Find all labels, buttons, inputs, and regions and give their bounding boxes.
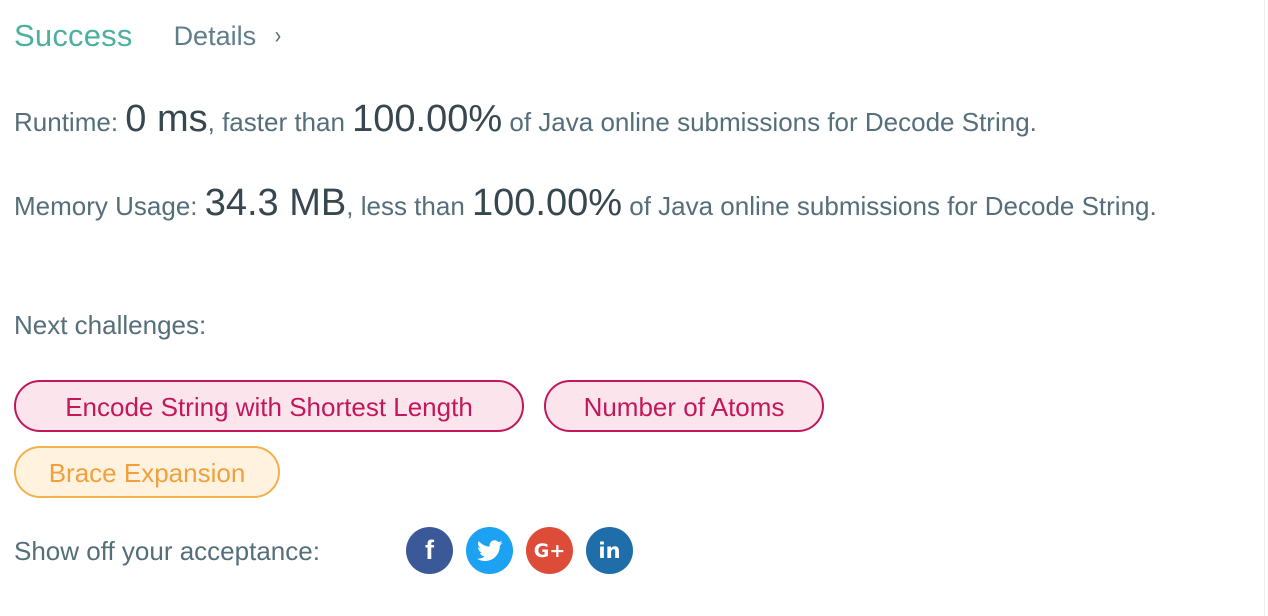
google-plus-glyph: G+ <box>533 539 566 562</box>
runtime-percent: 100.00% <box>352 98 503 140</box>
twitter-icon[interactable] <box>466 527 513 574</box>
google-plus-icon[interactable]: G+ <box>526 527 573 574</box>
twitter-bird-icon <box>476 539 503 561</box>
status-success: Success <box>14 18 133 53</box>
facebook-glyph: f <box>425 535 434 565</box>
result-header: Success Details › <box>14 16 282 56</box>
challenge-brace-expansion[interactable]: Brace Expansion <box>14 446 280 498</box>
challenge-encode-string-with-shortest-length[interactable]: Encode String with Shortest Length <box>14 380 524 432</box>
share-icons: f G+ in <box>406 527 646 574</box>
details-link[interactable]: Details › <box>174 21 283 52</box>
memory-label: Memory Usage: <box>14 191 205 221</box>
runtime-suffix: of Java online submissions for Decode St… <box>502 107 1037 137</box>
runtime-label: Runtime: <box>14 107 126 137</box>
memory-middle: , less than <box>346 191 472 221</box>
runtime-value: 0 ms <box>125 98 208 140</box>
runtime-middle: , faster than <box>207 107 353 137</box>
linkedin-icon[interactable]: in <box>586 527 633 574</box>
runtime-stat: Runtime: 0 ms, faster than 100.00% of Ja… <box>14 98 1037 143</box>
chevron-right-icon: › <box>274 22 282 49</box>
next-challenges-label: Next challenges: <box>14 310 207 340</box>
memory-stat: Memory Usage: 34.3 MB, less than 100.00%… <box>14 182 1234 227</box>
memory-percent: 100.00% <box>472 182 623 224</box>
memory-value: 34.3 MB <box>204 182 347 224</box>
challenge-number-of-atoms[interactable]: Number of Atoms <box>544 380 824 432</box>
facebook-icon[interactable]: f <box>406 527 453 574</box>
share-label: Show off your acceptance: <box>14 535 320 566</box>
share-row: Show off your acceptance: f G+ in <box>14 527 633 575</box>
linkedin-glyph: in <box>598 538 621 563</box>
details-label: Details <box>173 20 257 51</box>
panel-divider <box>1264 0 1265 616</box>
memory-suffix: of Java online submissions for Decode St… <box>622 191 1157 221</box>
